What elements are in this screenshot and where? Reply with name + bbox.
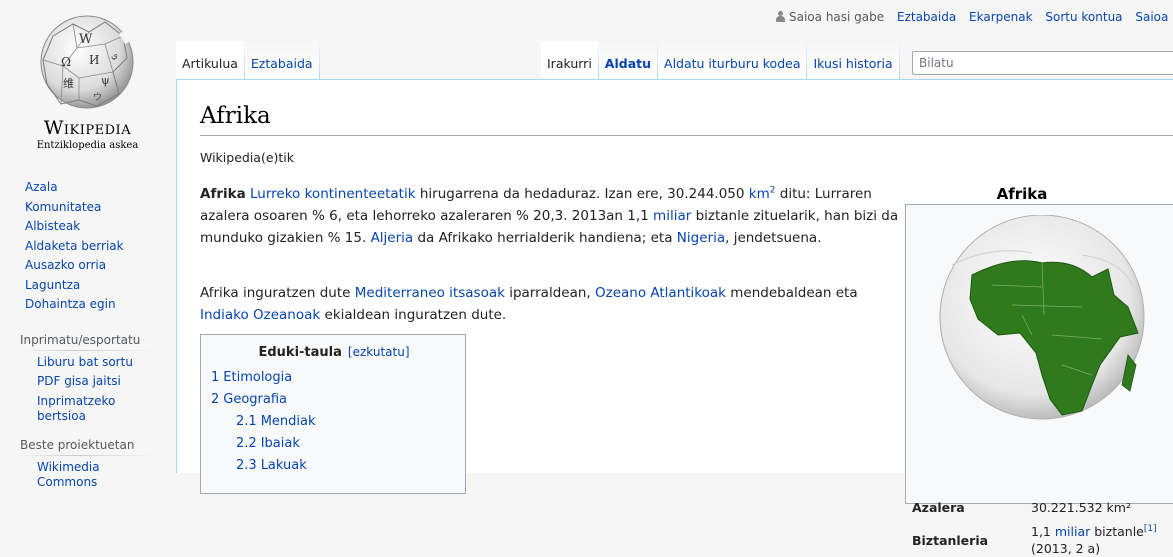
wikipedia-logo[interactable]: W И Ω ψ 维 ウ ي Wikipedia Entziklopedia as…	[0, 0, 175, 160]
page-title: Afrika	[200, 103, 1173, 136]
anon-status: Saioa hasi gabe	[776, 10, 884, 24]
sidebar-item-donate[interactable]: Dohaintza egin	[0, 295, 176, 315]
area-label: Azalera	[912, 500, 965, 515]
tab-talk[interactable]: Eztabaida	[245, 41, 320, 79]
svg-text:维: 维	[63, 77, 74, 90]
svg-text:ي: ي	[111, 51, 118, 61]
toc-title: Eduki-taula	[258, 345, 341, 360]
sidebar-item-random-page[interactable]: Ausazko orria	[0, 256, 176, 276]
contributions-link[interactable]: Ekarpenak	[969, 10, 1033, 24]
login-link[interactable]: Saioa hasi	[1135, 10, 1173, 24]
toc-item[interactable]: 2.3Lakuak	[236, 458, 307, 473]
toc-item[interactable]: 2.1Mendiak	[236, 414, 316, 429]
tab-read[interactable]: Irakurri	[541, 41, 599, 79]
toc-item[interactable]: 2.2Ibaiak	[236, 436, 300, 451]
sidebar-item-commons[interactable]: Wikimedia Commons	[0, 460, 176, 490]
logo-tagline: Entziklopedia askea	[0, 140, 175, 151]
search-input[interactable]	[913, 52, 1173, 74]
population-label: Biztanleria	[912, 533, 988, 548]
svg-text:ウ: ウ	[93, 92, 102, 103]
sidebar-item-community[interactable]: Komunitatea	[0, 198, 176, 218]
sidebar-item-news[interactable]: Albisteak	[0, 217, 176, 237]
svg-text:ψ: ψ	[101, 74, 110, 87]
create-account-link[interactable]: Sortu kontua	[1045, 10, 1122, 24]
infobox-title: Afrika	[972, 185, 1072, 203]
svg-text:W: W	[79, 32, 93, 47]
indian-ocean-link[interactable]: Indiako Ozeanoak	[200, 307, 320, 323]
continents-link[interactable]: Lurreko kontinenteetatik	[250, 186, 416, 202]
user-icon	[776, 11, 785, 22]
aljeria-link[interactable]: Aljeria	[371, 230, 414, 246]
km-link[interactable]: km2	[749, 186, 776, 202]
logo-wordmark: Wikipedia	[0, 117, 175, 139]
sidebar-item-download-pdf[interactable]: PDF gisa jaitsi	[0, 374, 176, 389]
infobox: Azalera 30.221.532 km² Biztanleria 1,1 m…	[905, 204, 1173, 504]
projects-heading: Beste proiektuetan	[20, 428, 156, 456]
search-box	[912, 51, 1173, 75]
sidebar-item-create-book[interactable]: Liburu bat sortu	[0, 355, 176, 370]
atlantic-link[interactable]: Ozeano Atlantikoak	[595, 285, 726, 301]
second-paragraph: Afrika inguratzen dute Mediterraneo itsa…	[200, 282, 900, 326]
africa-globe-map[interactable]	[932, 215, 1152, 425]
namespace-tabs: Artikulua Eztabaida	[176, 41, 320, 79]
sidebar-item-recent-changes[interactable]: Aldaketa berriak	[0, 237, 176, 257]
sidebar-item-printable-version[interactable]: Inprimatzeko bertsioa	[0, 394, 176, 424]
area-value: 30.221.532 km²	[1031, 499, 1173, 516]
svg-text:И: И	[89, 53, 99, 67]
nigeria-link[interactable]: Nigeria	[677, 230, 725, 246]
tab-article[interactable]: Artikulua	[176, 41, 245, 79]
personal-tools: Saioa hasi gabe Eztabaida Ekarpenak Sort…	[776, 10, 1173, 26]
toc-toggle[interactable]: [ezkutatu]	[348, 345, 410, 359]
intro-paragraph: Afrika Lurreko kontinenteetatik hirugarr…	[200, 183, 900, 249]
svg-text:Ω: Ω	[61, 55, 71, 69]
sidebar-item-help[interactable]: Laguntza	[0, 276, 176, 296]
sidebar-item-main-page[interactable]: Azala	[0, 178, 176, 198]
print-heading: Inprimatu/esportatu	[20, 323, 156, 351]
toc-header: Eduki-taula [ezkutatu]	[201, 345, 467, 360]
sidebar: Azala Komunitatea Albisteak Aldaketa ber…	[0, 178, 176, 495]
mediterranean-link[interactable]: Mediterraneo itsasoak	[355, 285, 505, 301]
population-value: 1,1 miliar biztanle[1](2013, 2 a)	[1031, 523, 1173, 557]
tab-edit[interactable]: Aldatu	[599, 41, 658, 79]
table-of-contents: Eduki-taula [ezkutatu] 1Etimologia 2Geogr…	[200, 334, 466, 494]
toc-item[interactable]: 1Etimologia	[211, 370, 292, 385]
article-term: Afrika	[200, 186, 246, 202]
toc-item[interactable]: 2Geografia	[211, 392, 287, 407]
tab-history[interactable]: Ikusi historia	[807, 41, 899, 79]
navigation-portal: Azala Komunitatea Albisteak Aldaketa ber…	[0, 178, 176, 315]
tab-edit-source[interactable]: Aldatu iturburu kodea	[658, 41, 807, 79]
personal-talk-link[interactable]: Eztabaida	[897, 10, 956, 24]
wikipedia-globe-icon: W И Ω ψ 维 ウ ي	[33, 14, 141, 114]
site-subtitle: Wikipedia(e)tik	[200, 150, 294, 165]
reference-link[interactable]: [1]	[1144, 524, 1157, 534]
miliar-link[interactable]: miliar	[653, 208, 691, 224]
population-miliar-link[interactable]: miliar	[1055, 524, 1090, 539]
content-area: Afrika Wikipedia(e)tik Afrika Lurreko ko…	[176, 79, 1173, 473]
projects-portal: Beste proiektuetan Wikimedia Commons	[0, 428, 176, 490]
view-tabs: Irakurri Aldatu Aldatu iturburu kodea Ik…	[541, 41, 900, 79]
print-portal: Inprimatu/esportatu Liburu bat sortu PDF…	[0, 323, 176, 424]
